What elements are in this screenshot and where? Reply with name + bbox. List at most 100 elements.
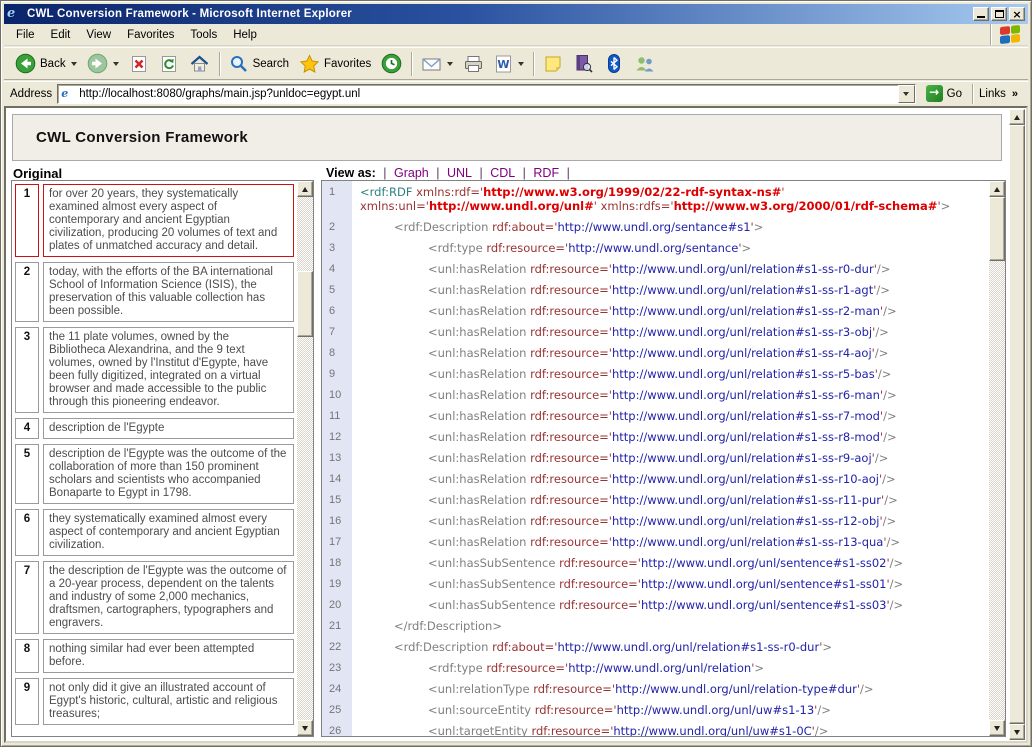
sentence-text[interactable]: description de l'Egypte was the outcome … — [43, 444, 294, 504]
chevron-down-icon[interactable] — [71, 62, 77, 66]
code-segment: rdf:about=' — [492, 220, 557, 234]
chevron-down-icon[interactable] — [447, 62, 453, 66]
original-sentence-row[interactable]: 4description de l'Egypte — [15, 418, 294, 439]
page-scrollbar[interactable] — [1009, 109, 1025, 740]
code-segment: /> — [876, 283, 890, 297]
code-segment: xmlns:unl=' — [360, 199, 429, 213]
original-sentence-row[interactable]: 3the 11 plate volumes, owned by the Bibl… — [15, 327, 294, 413]
mail-icon — [421, 55, 442, 73]
original-sentence-row[interactable]: 2today, with the efforts of the BA inter… — [15, 262, 294, 322]
code-line: 2<rdf:Description rdf:about='http://www.… — [322, 220, 987, 234]
toolbar-favorites-button[interactable]: Favorites — [294, 50, 376, 78]
toolbar-forward-button[interactable] — [82, 50, 124, 78]
code-segment: <unl:hasRelation — [428, 262, 530, 276]
scrollbar-thumb[interactable] — [1009, 125, 1025, 724]
original-scrollbar[interactable] — [297, 181, 313, 736]
maximize-button[interactable] — [991, 7, 1007, 21]
scroll-up-button[interactable] — [989, 181, 1005, 197]
sentence-number: 1 — [15, 184, 39, 257]
code-segment: /> — [883, 514, 897, 528]
view-as-graph-link[interactable]: Graph — [394, 166, 429, 180]
menu-item-help[interactable]: Help — [225, 26, 265, 44]
toolbar-note-button[interactable] — [538, 50, 568, 78]
sentence-text[interactable]: today, with the efforts of the BA intern… — [43, 262, 294, 322]
line-number: 21 — [322, 619, 352, 633]
scroll-down-button[interactable] — [989, 720, 1005, 736]
code-segment: ' — [781, 185, 784, 199]
arrow-up-icon — [302, 187, 308, 192]
sentence-text[interactable]: they systematically examined almost ever… — [43, 509, 294, 556]
menu-item-edit[interactable]: Edit — [43, 26, 79, 44]
sentence-text[interactable]: not only did it give an illustrated acco… — [43, 678, 294, 725]
chevron-down-icon[interactable] — [113, 62, 119, 66]
toolbar-messenger-button[interactable] — [629, 50, 661, 78]
toolbar-home-button[interactable] — [184, 50, 215, 78]
code-segment: rdf:resource=' — [533, 682, 615, 696]
menu-item-favorites[interactable]: Favorites — [119, 26, 182, 44]
code-segment: /> — [882, 472, 896, 486]
toolbar-search-button[interactable]: Search — [224, 50, 294, 78]
sentence-text[interactable]: the 11 plate volumes, owned by the Bibli… — [43, 327, 294, 413]
chevron-down-icon[interactable] — [518, 62, 524, 66]
code-text: <unl:hasRelation rdf:resource='http://ww… — [352, 367, 987, 381]
go-arrow-icon: → — [926, 85, 943, 102]
original-sentence-row[interactable]: 8nothing similar had ever been attempted… — [15, 639, 294, 673]
original-sentence-row[interactable]: 6they systematically examined almost eve… — [15, 509, 294, 556]
sentence-text[interactable]: nothing similar had ever been attempted … — [43, 639, 294, 673]
toolbar-stop-button[interactable] — [124, 50, 154, 78]
address-input[interactable]: e http://localhost:8080/graphs/main.jsp?… — [57, 84, 915, 104]
code-segment: rdf:resource=' — [530, 325, 612, 339]
minimize-button[interactable] — [973, 7, 989, 21]
close-button[interactable]: × — [1009, 7, 1025, 21]
sentence-number: 8 — [15, 639, 39, 673]
code-segment: http://www.undl.org/unl/uw#s1-13 — [617, 703, 815, 717]
view-as-cdl-link[interactable]: CDL — [490, 166, 515, 180]
title-bar[interactable]: e CWL Conversion Framework - Microsoft I… — [4, 4, 1028, 24]
toolbar-research-button[interactable] — [568, 50, 599, 78]
sentence-text[interactable]: the description de l'Egypte was the outc… — [43, 561, 294, 634]
code-segment: rdf:resource=' — [531, 724, 613, 737]
scroll-up-button[interactable] — [1009, 109, 1025, 125]
menu-item-tools[interactable]: Tools — [182, 26, 225, 44]
code-segment: http://www.w3.org/2000/01/rdf-schema# — [674, 199, 938, 213]
toolbar-refresh-button[interactable] — [154, 50, 184, 78]
toolbar-history-button[interactable] — [376, 50, 407, 78]
toolbar-back-button[interactable]: Back — [10, 50, 82, 78]
original-sentence-row[interactable]: 9not only did it give an illustrated acc… — [15, 678, 294, 725]
code-segment: rdf:resource=' — [530, 493, 612, 507]
toolbar-word-edit-button[interactable]: W — [489, 50, 529, 78]
menu-item-view[interactable]: View — [78, 26, 119, 44]
code-segment: <rdf:type — [428, 661, 486, 675]
scroll-down-button[interactable] — [297, 720, 313, 736]
scroll-down-button[interactable] — [1009, 724, 1025, 740]
windows-logo-box — [990, 24, 1028, 45]
toolbar-separator — [533, 52, 534, 76]
arrow-down-icon — [302, 726, 308, 731]
toolbar-bluetooth-button[interactable] — [599, 50, 629, 78]
original-sentence-row[interactable]: 1for over 20 years, they systematically … — [15, 184, 294, 257]
code-segment: http://www.undl.org/unl/relation#s1-ss-r… — [612, 535, 883, 549]
address-dropdown-button[interactable] — [898, 85, 915, 103]
scrollbar-track[interactable] — [989, 197, 1005, 720]
scroll-up-button[interactable] — [297, 181, 313, 197]
go-button[interactable]: → Go — [921, 84, 967, 103]
links-toolbar[interactable]: Links » — [972, 84, 1024, 104]
chevron-right-icon[interactable]: » — [1012, 88, 1018, 100]
toolbar-mail-button[interactable] — [416, 50, 458, 78]
toolbar-print-button[interactable] — [458, 50, 489, 78]
view-as-unl-link[interactable]: UNL — [447, 166, 472, 180]
code-segment: rdf:resource=' — [559, 577, 641, 591]
scrollbar-thumb[interactable] — [989, 197, 1005, 261]
line-number: 20 — [322, 598, 352, 612]
sentence-text[interactable]: for over 20 years, they systematically e… — [43, 184, 294, 257]
view-as-rdf-link[interactable]: RDF — [533, 166, 559, 180]
browser-window: e CWL Conversion Framework - Microsoft I… — [0, 0, 1032, 747]
original-sentence-row[interactable]: 7the description de l'Egypte was the out… — [15, 561, 294, 634]
sentence-text[interactable]: description de l'Egypte — [43, 418, 294, 439]
menu-item-file[interactable]: File — [8, 26, 43, 44]
code-scrollbar[interactable] — [989, 181, 1005, 736]
code-line: 20<unl:hasSubSentence rdf:resource='http… — [322, 598, 987, 612]
scrollbar-thumb[interactable] — [297, 271, 313, 337]
code-line: 8<unl:hasRelation rdf:resource='http://w… — [322, 346, 987, 360]
original-sentence-row[interactable]: 5description de l'Egypte was the outcome… — [15, 444, 294, 504]
